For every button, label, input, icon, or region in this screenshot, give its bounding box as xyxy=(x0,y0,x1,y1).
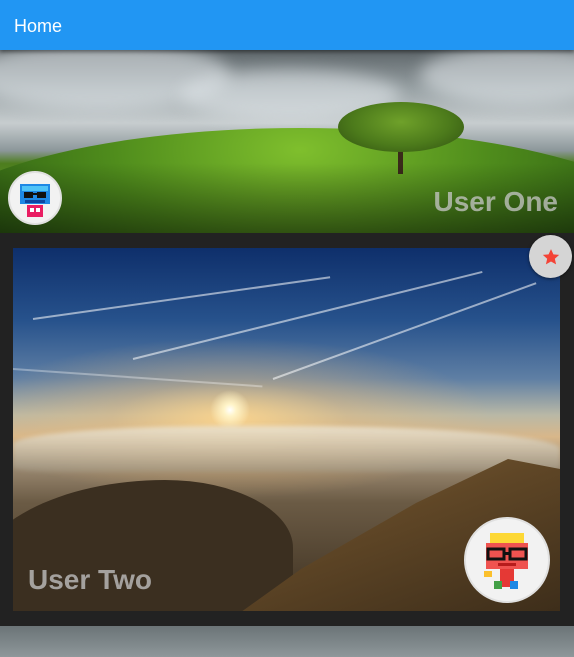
user-two-name: User Two xyxy=(28,564,152,595)
contrail xyxy=(32,276,331,320)
user-one-avatar[interactable] xyxy=(8,171,62,225)
contrail xyxy=(13,368,263,388)
user-two-avatar[interactable] xyxy=(464,517,550,603)
robot-avatar-icon xyxy=(20,184,50,217)
favorite-button[interactable] xyxy=(529,235,572,278)
cloud-sea xyxy=(13,426,560,472)
star-icon xyxy=(542,248,559,264)
contrail xyxy=(272,282,537,380)
user-card-three[interactable] xyxy=(0,626,574,657)
nerd-avatar-icon xyxy=(484,533,528,589)
app-bar: Home xyxy=(0,0,574,50)
app-title: Home xyxy=(14,16,63,36)
tree-crown xyxy=(338,102,464,152)
user-one-name: User One xyxy=(433,186,559,217)
contrail xyxy=(132,270,483,360)
cloud-shape xyxy=(420,50,574,105)
